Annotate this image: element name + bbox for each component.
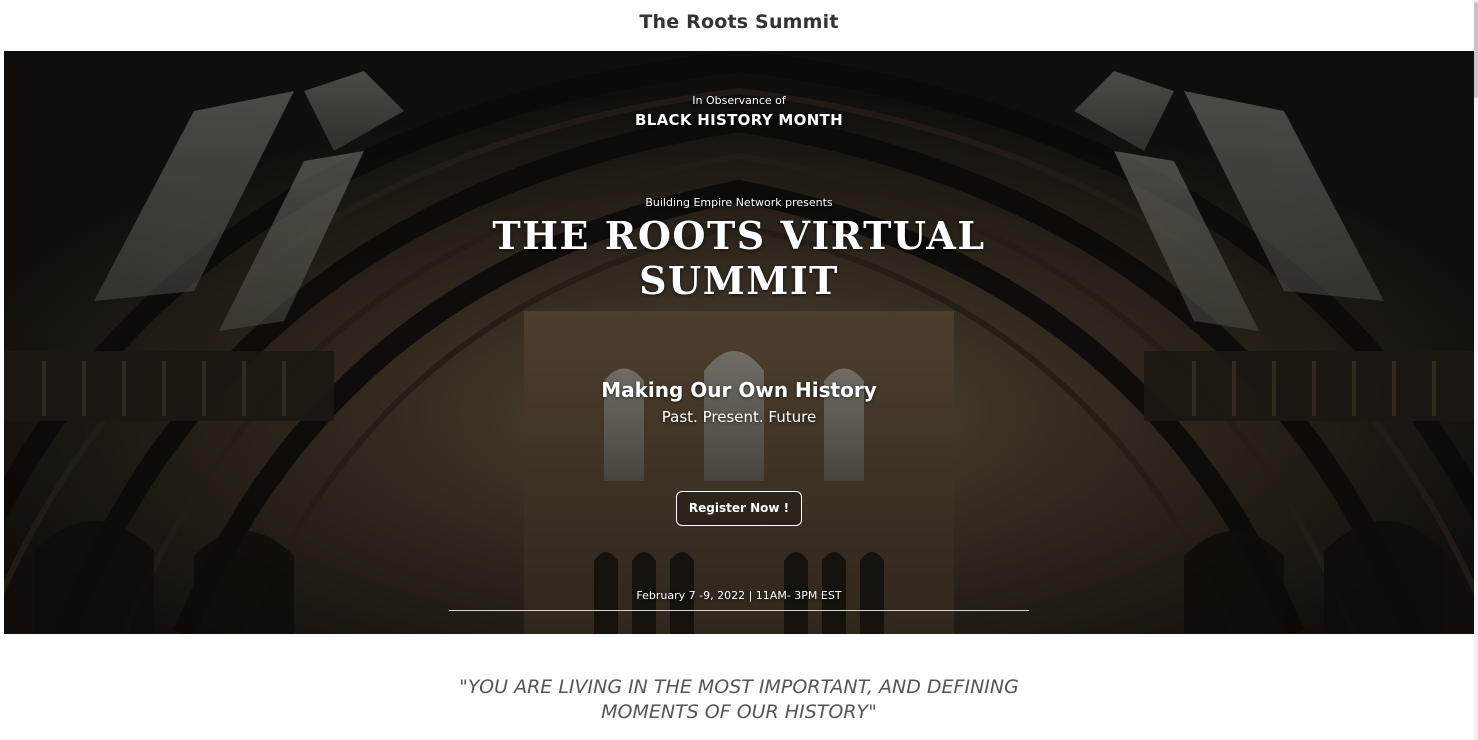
hero-overlay [4,51,1474,634]
register-button[interactable]: Register Now ! [676,491,802,526]
history-quote: "YOU ARE LIVING IN THE MOST IMPORTANT, A… [429,675,1049,725]
top-header: The Roots Summit [0,0,1478,51]
tagline-subtitle: Past. Present. Future [661,408,817,426]
hero-banner: In Observance of BLACK HISTORY MONTH Bui… [4,51,1474,634]
observance-heading: BLACK HISTORY MONTH [635,111,843,129]
quote-line2: MOMENTS OF OUR HISTORY" [601,701,877,723]
observance-prefix: In Observance of [692,94,786,107]
event-title: THE ROOTS VIRTUAL SUMMIT [4,213,1474,303]
date-divider [449,610,1029,611]
event-date: February 7 -9, 2022 | 11AM- 3PM EST [636,589,842,602]
event-title-line1: THE ROOTS VIRTUAL [492,213,986,258]
presenter-text: Building Empire Network presents [645,196,833,209]
tagline: Making Our Own History [601,378,877,402]
scrollbar-thumb[interactable] [1474,2,1478,98]
site-title[interactable]: The Roots Summit [0,11,1478,33]
page-scrollbar[interactable] [1474,0,1478,740]
event-title-line2: SUMMIT [639,258,839,303]
quote-line1: "YOU ARE LIVING IN THE MOST IMPORTANT, A… [459,676,1019,698]
